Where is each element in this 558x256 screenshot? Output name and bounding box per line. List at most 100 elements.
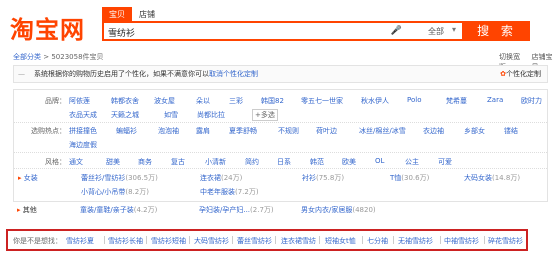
- category-group-label: ▸ 女装: [18, 173, 38, 183]
- filter-value[interactable]: 公主: [405, 157, 419, 167]
- filter-value[interactable]: 泡泡袖: [158, 126, 179, 136]
- tab-items[interactable]: 宝贝: [102, 7, 132, 21]
- search-button[interactable]: 搜 索: [464, 21, 530, 41]
- related-search-item[interactable]: 中袖雪纺衫: [444, 236, 479, 246]
- related-search-item[interactable]: 七分袖: [367, 236, 388, 246]
- related-search-item[interactable]: 短袖女t恤: [325, 236, 356, 246]
- filter-value[interactable]: 三彩: [229, 96, 243, 106]
- category-group-other[interactable]: 其他: [23, 206, 37, 214]
- category-item[interactable]: 大码女装(14.8万): [464, 173, 520, 183]
- category-count: (75.8万): [316, 174, 345, 182]
- related-search-item[interactable]: 大码雪纺衫: [194, 236, 229, 246]
- filter-value[interactable]: 衣边袖: [423, 126, 444, 136]
- triangle-icon: ▸: [18, 174, 22, 182]
- related-search-item[interactable]: 雪纺衫短袖: [151, 236, 186, 246]
- filter-value[interactable]: OL: [375, 157, 384, 165]
- filter-value[interactable]: 零五七一世家: [301, 96, 343, 106]
- related-searches-label: 你是不是想找：: [13, 237, 62, 245]
- personalize-button[interactable]: ✿个性化定制: [500, 66, 541, 82]
- divider: [189, 236, 190, 244]
- filter-value[interactable]: 韩范: [310, 157, 324, 167]
- filter-value[interactable]: 朵以: [196, 96, 210, 106]
- filter-value[interactable]: 梵希蔓: [446, 96, 467, 106]
- filter-label: 选购热点：: [31, 127, 66, 135]
- category-item[interactable]: 男女内衣/家居服(4820): [301, 205, 376, 215]
- category-name: 小背心/小吊带: [81, 188, 126, 196]
- divider: [232, 236, 233, 244]
- category-item[interactable]: 蕾丝衫/雪纺衫(306.5万): [81, 173, 158, 183]
- filter-value[interactable]: 甜美: [106, 157, 120, 167]
- filter-value[interactable]: 不规则: [278, 126, 299, 136]
- microphone-icon[interactable]: 🎤: [391, 26, 402, 36]
- category-count: (4.2万): [133, 206, 158, 214]
- category-name: 孕妇装/孕产妇...: [199, 206, 251, 214]
- category-group-label: ▸ 其他: [17, 205, 37, 215]
- category-item[interactable]: T恤(30.6万): [390, 173, 429, 183]
- divider: [484, 236, 485, 244]
- breadcrumb-all-categories[interactable]: 全部分类: [13, 53, 41, 61]
- filter-value[interactable]: 冰丝/棉丝/冰雪: [359, 126, 406, 136]
- search-input[interactable]: 雪纺衫 🎤 全部 ▾: [102, 21, 464, 41]
- related-search-item[interactable]: 雪纺衫长袖: [108, 236, 143, 246]
- filter-value[interactable]: 海边度假: [69, 140, 97, 150]
- filter-value[interactable]: 商务: [138, 157, 152, 167]
- category-group-women[interactable]: 女装: [24, 174, 38, 182]
- divider: [14, 168, 547, 169]
- filter-value[interactable]: 欧美: [342, 157, 356, 167]
- category-count: (30.6万): [401, 174, 430, 182]
- filter-value[interactable]: 天籁之城: [111, 110, 139, 120]
- category-item[interactable]: 中老年服装(7.2万): [200, 187, 259, 197]
- category-name: 衬衫: [302, 174, 316, 182]
- filter-value[interactable]: 蝙蝠衫: [116, 126, 137, 136]
- category-item[interactable]: 衬衫(75.8万): [302, 173, 344, 183]
- filter-value[interactable]: 拼接撞色: [69, 126, 97, 136]
- category-item[interactable]: 小背心/小吊带(8.2万): [81, 187, 149, 197]
- filter-value[interactable]: 镂结: [504, 126, 518, 136]
- filter-value[interactable]: 波女屋: [154, 96, 175, 106]
- minus-icon[interactable]: —: [18, 66, 25, 82]
- category-count: (4820): [352, 206, 376, 214]
- filter-value[interactable]: 如雪: [164, 110, 178, 120]
- divider: [104, 236, 105, 244]
- category-item[interactable]: 童装/童鞋/亲子装(4.2万): [80, 205, 157, 215]
- search-scope-select[interactable]: 全部: [428, 26, 444, 37]
- multi-select-button[interactable]: +多选: [252, 109, 278, 121]
- filter-value[interactable]: 欧时力: [521, 96, 542, 106]
- category-item[interactable]: 连衣裙(24万): [200, 173, 242, 183]
- category-item[interactable]: 孕妇装/孕产妇...(2.7万): [199, 205, 274, 215]
- filter-value[interactable]: 阿依莲: [69, 96, 90, 106]
- filter-value[interactable]: Zara: [487, 96, 503, 104]
- filter-value[interactable]: 衣品天成: [69, 110, 97, 120]
- filter-value[interactable]: 荷叶边: [316, 126, 337, 136]
- result-count: 5023058件宝贝: [51, 53, 104, 61]
- filter-value[interactable]: Polo: [407, 96, 421, 104]
- taobao-logo[interactable]: 淘宝网: [10, 10, 85, 45]
- related-search-item[interactable]: 蕾丝雪纺衫: [237, 236, 272, 246]
- tab-shops[interactable]: 店铺: [132, 7, 162, 21]
- chevron-down-icon[interactable]: ▾: [452, 25, 456, 34]
- filter-value[interactable]: 小清新: [205, 157, 226, 167]
- category-count: (14.8万): [492, 174, 521, 182]
- related-search-item[interactable]: 连衣裙雪纺: [281, 236, 316, 246]
- filter-value[interactable]: 乡部女: [464, 126, 485, 136]
- related-search-item[interactable]: 雪纺衫夏: [66, 236, 94, 246]
- filter-value[interactable]: 秋水伊人: [361, 96, 389, 106]
- category-name: 男女内衣/家居服: [301, 206, 353, 214]
- filter-value[interactable]: 可爱: [438, 157, 452, 167]
- divider: [362, 236, 363, 244]
- filter-value[interactable]: 夏季舒畅: [229, 126, 257, 136]
- category-count: (306.5万): [125, 174, 158, 182]
- filter-label: 品牌：: [45, 97, 66, 105]
- cancel-personalization-link[interactable]: 取消个性化定制: [209, 66, 258, 82]
- filter-value[interactable]: 通文: [69, 157, 83, 167]
- filter-value[interactable]: 韩国82: [261, 96, 284, 106]
- filter-value[interactable]: 尚都比拉: [197, 110, 225, 120]
- category-count: (8.2万): [125, 188, 149, 196]
- filter-value[interactable]: 简约: [245, 157, 259, 167]
- filter-value[interactable]: 韩都衣舍: [111, 96, 139, 106]
- filter-value[interactable]: 露肩: [196, 126, 210, 136]
- related-search-item[interactable]: 无袖雪纺衫: [398, 236, 433, 246]
- related-search-item[interactable]: 碎花雪纺衫: [488, 236, 523, 246]
- filter-value[interactable]: 日系: [277, 157, 291, 167]
- filter-value[interactable]: 复古: [171, 157, 185, 167]
